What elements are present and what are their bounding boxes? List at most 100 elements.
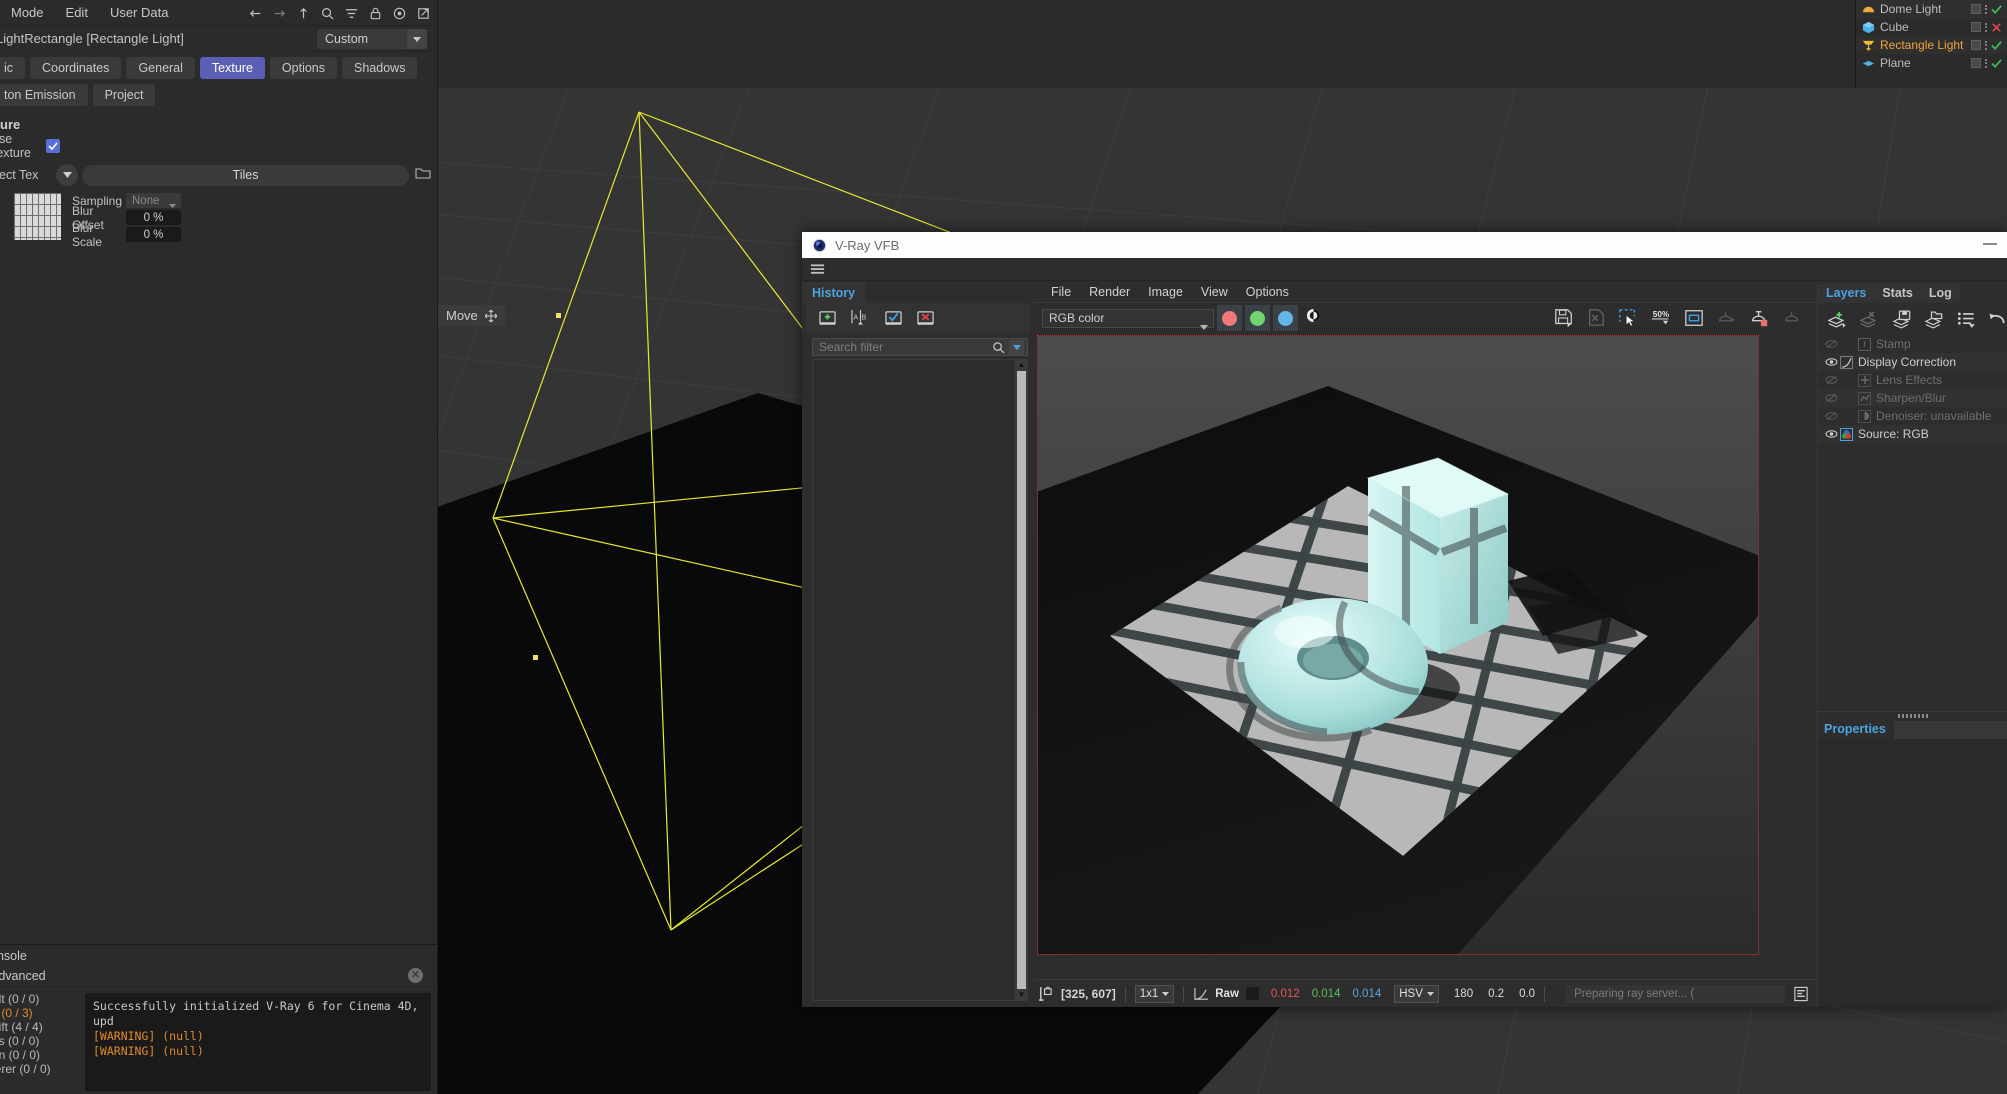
stop-render-icon[interactable] [1782,308,1803,328]
sampling-dropdown[interactable]: None [126,193,181,208]
tab-options[interactable]: Options [269,57,338,79]
object-controls[interactable] [1971,40,2007,51]
console-filter-item[interactable]: hift (4 / 4) [0,1020,85,1035]
save-all-channels-icon[interactable] [1586,308,1606,328]
blur-scale-value[interactable]: 0 % [126,227,181,242]
console-filter-item[interactable]: es (0 / 0) [0,1034,85,1049]
monochrome-button[interactable] [1306,308,1321,328]
layer-row-source-rgb[interactable]: Source: RGB [1818,425,2007,443]
history-scrollbar[interactable]: ▲ ▼ [1015,359,1028,1001]
scrollbar-thumb[interactable] [1017,371,1026,989]
render-image-area[interactable] [1034,333,1817,979]
compare-ab-icon[interactable]: A B [850,309,871,328]
enabled-check-icon[interactable] [1991,4,2002,15]
panel-splitter[interactable] [1818,711,2007,719]
delete-history-icon[interactable] [916,310,935,327]
vray-vfb-window[interactable]: V-Ray VFB History A B Search filter ▲ ▼ … [802,232,2007,1007]
save-layers-icon[interactable] [1892,310,1912,329]
object-row-plane[interactable]: Plane [1856,54,2007,72]
forward-arrow-icon[interactable] [272,6,287,21]
object-row-rectangle-light[interactable]: Rectangle Light [1856,36,2007,54]
select-history-icon[interactable] [884,310,903,327]
channel-select[interactable]: RGB color [1042,308,1214,330]
filter-icon[interactable] [344,6,359,21]
tag-icon[interactable] [1971,58,1981,68]
console-log[interactable]: Successfully initialized V-Ray 6 for Cin… [85,993,431,1091]
enable-dots-icon[interactable] [1985,4,1987,14]
object-row-cube[interactable]: Cube [1856,18,2007,36]
hamburger-menu-icon[interactable] [810,263,825,275]
visibility-off-icon[interactable] [1822,339,1840,349]
visibility-off-icon[interactable] [1822,393,1840,403]
enabled-check-icon[interactable] [1991,40,2002,51]
vfb-menu-image[interactable]: Image [1139,285,1192,299]
layer-presets-icon[interactable] [1957,310,1977,329]
tag-icon[interactable] [1971,40,1981,50]
green-channel-button[interactable] [1245,305,1270,331]
search-icon[interactable] [320,6,335,21]
menu-user-data[interactable]: User Data [99,5,180,20]
tab-stats[interactable]: Stats [1874,284,1921,303]
minimize-button[interactable] [1983,243,1997,245]
close-icon[interactable]: ✕ [408,968,423,983]
render-icon[interactable] [1749,308,1770,328]
raw-mode-label[interactable]: Raw [1215,988,1239,1000]
tab-shadows[interactable]: Shadows [342,57,418,79]
layer-row-stamp[interactable]: i Stamp [1818,335,2007,353]
color-space-select[interactable]: HSV [1394,984,1439,1003]
zoom-level-icon[interactable]: 50% [1650,308,1672,328]
fit-to-window-icon[interactable] [1684,308,1704,328]
object-controls[interactable] [1971,22,2007,33]
console-filter-item[interactable]: lerer (0 / 0) [0,1062,85,1077]
visibility-on-icon[interactable] [1822,357,1840,367]
add-history-icon[interactable] [818,310,837,327]
tab-layers[interactable]: Layers [1818,284,1875,303]
enabled-check-icon[interactable] [1991,58,2002,69]
sample-size-select[interactable]: 1x1 [1134,984,1175,1003]
visibility-on-icon[interactable] [1822,429,1840,439]
region-render-icon[interactable] [1618,308,1638,328]
console-filter-item[interactable]: y (0 / 3) [0,1006,85,1021]
tag-icon[interactable] [1971,4,1981,14]
chevron-down-icon[interactable] [1009,339,1024,355]
tiles-texture-thumbnail[interactable] [14,193,61,240]
target-icon[interactable] [392,6,407,21]
delete-layer-icon[interactable] [1859,310,1879,329]
layer-row-sharpen-blur[interactable]: Sharpen/Blur [1818,389,2007,407]
history-search-input[interactable]: Search filter [812,338,1028,356]
enable-dots-icon[interactable] [1985,58,1987,68]
pixel-lock-icon[interactable] [1038,986,1053,1002]
menu-edit[interactable]: Edit [55,5,99,20]
enable-dots-icon[interactable] [1985,40,1987,50]
reset-layers-icon[interactable] [1988,310,2007,328]
tab-general[interactable]: General [126,57,195,79]
lock-icon[interactable] [368,6,383,21]
tab-log[interactable]: Log [1920,284,1960,303]
tab-properties[interactable]: Properties [1818,720,1894,739]
layer-row-display-correction[interactable]: Display Correction [1818,353,2007,371]
visibility-off-icon[interactable] [1822,411,1840,421]
visibility-off-icon[interactable] [1822,375,1840,385]
vfb-menu-options[interactable]: Options [1237,285,1298,299]
tab-project[interactable]: Project [92,84,156,106]
back-arrow-icon[interactable] [248,6,263,21]
curve-icon[interactable] [1193,987,1209,1001]
use-texture-checkbox[interactable] [46,139,60,153]
blur-offset-value[interactable]: 0 % [126,210,181,225]
add-layer-icon[interactable] [1827,310,1847,329]
scroll-up-icon[interactable]: ▲ [1018,360,1026,370]
rect-tex-menu-button[interactable] [56,164,78,186]
external-link-icon[interactable] [416,6,431,21]
console-filter-item[interactable]: ult (0 / 0) [0,992,85,1007]
red-channel-button[interactable] [1217,305,1242,331]
object-controls[interactable] [1971,4,2007,15]
tab-photon-emission[interactable]: ton Emission [0,84,88,106]
preset-dropdown[interactable]: Custom [317,29,427,49]
scroll-down-icon[interactable]: ▼ [1018,990,1026,1000]
tab-texture[interactable]: Texture [199,57,265,79]
vfb-menu-file[interactable]: File [1042,285,1080,299]
menu-mode[interactable]: Mode [0,5,55,20]
viewport-mode-badge[interactable]: Move [438,305,505,326]
layer-row-lens-effects[interactable]: Lens Effects [1818,371,2007,389]
up-arrow-icon[interactable] [296,6,311,21]
